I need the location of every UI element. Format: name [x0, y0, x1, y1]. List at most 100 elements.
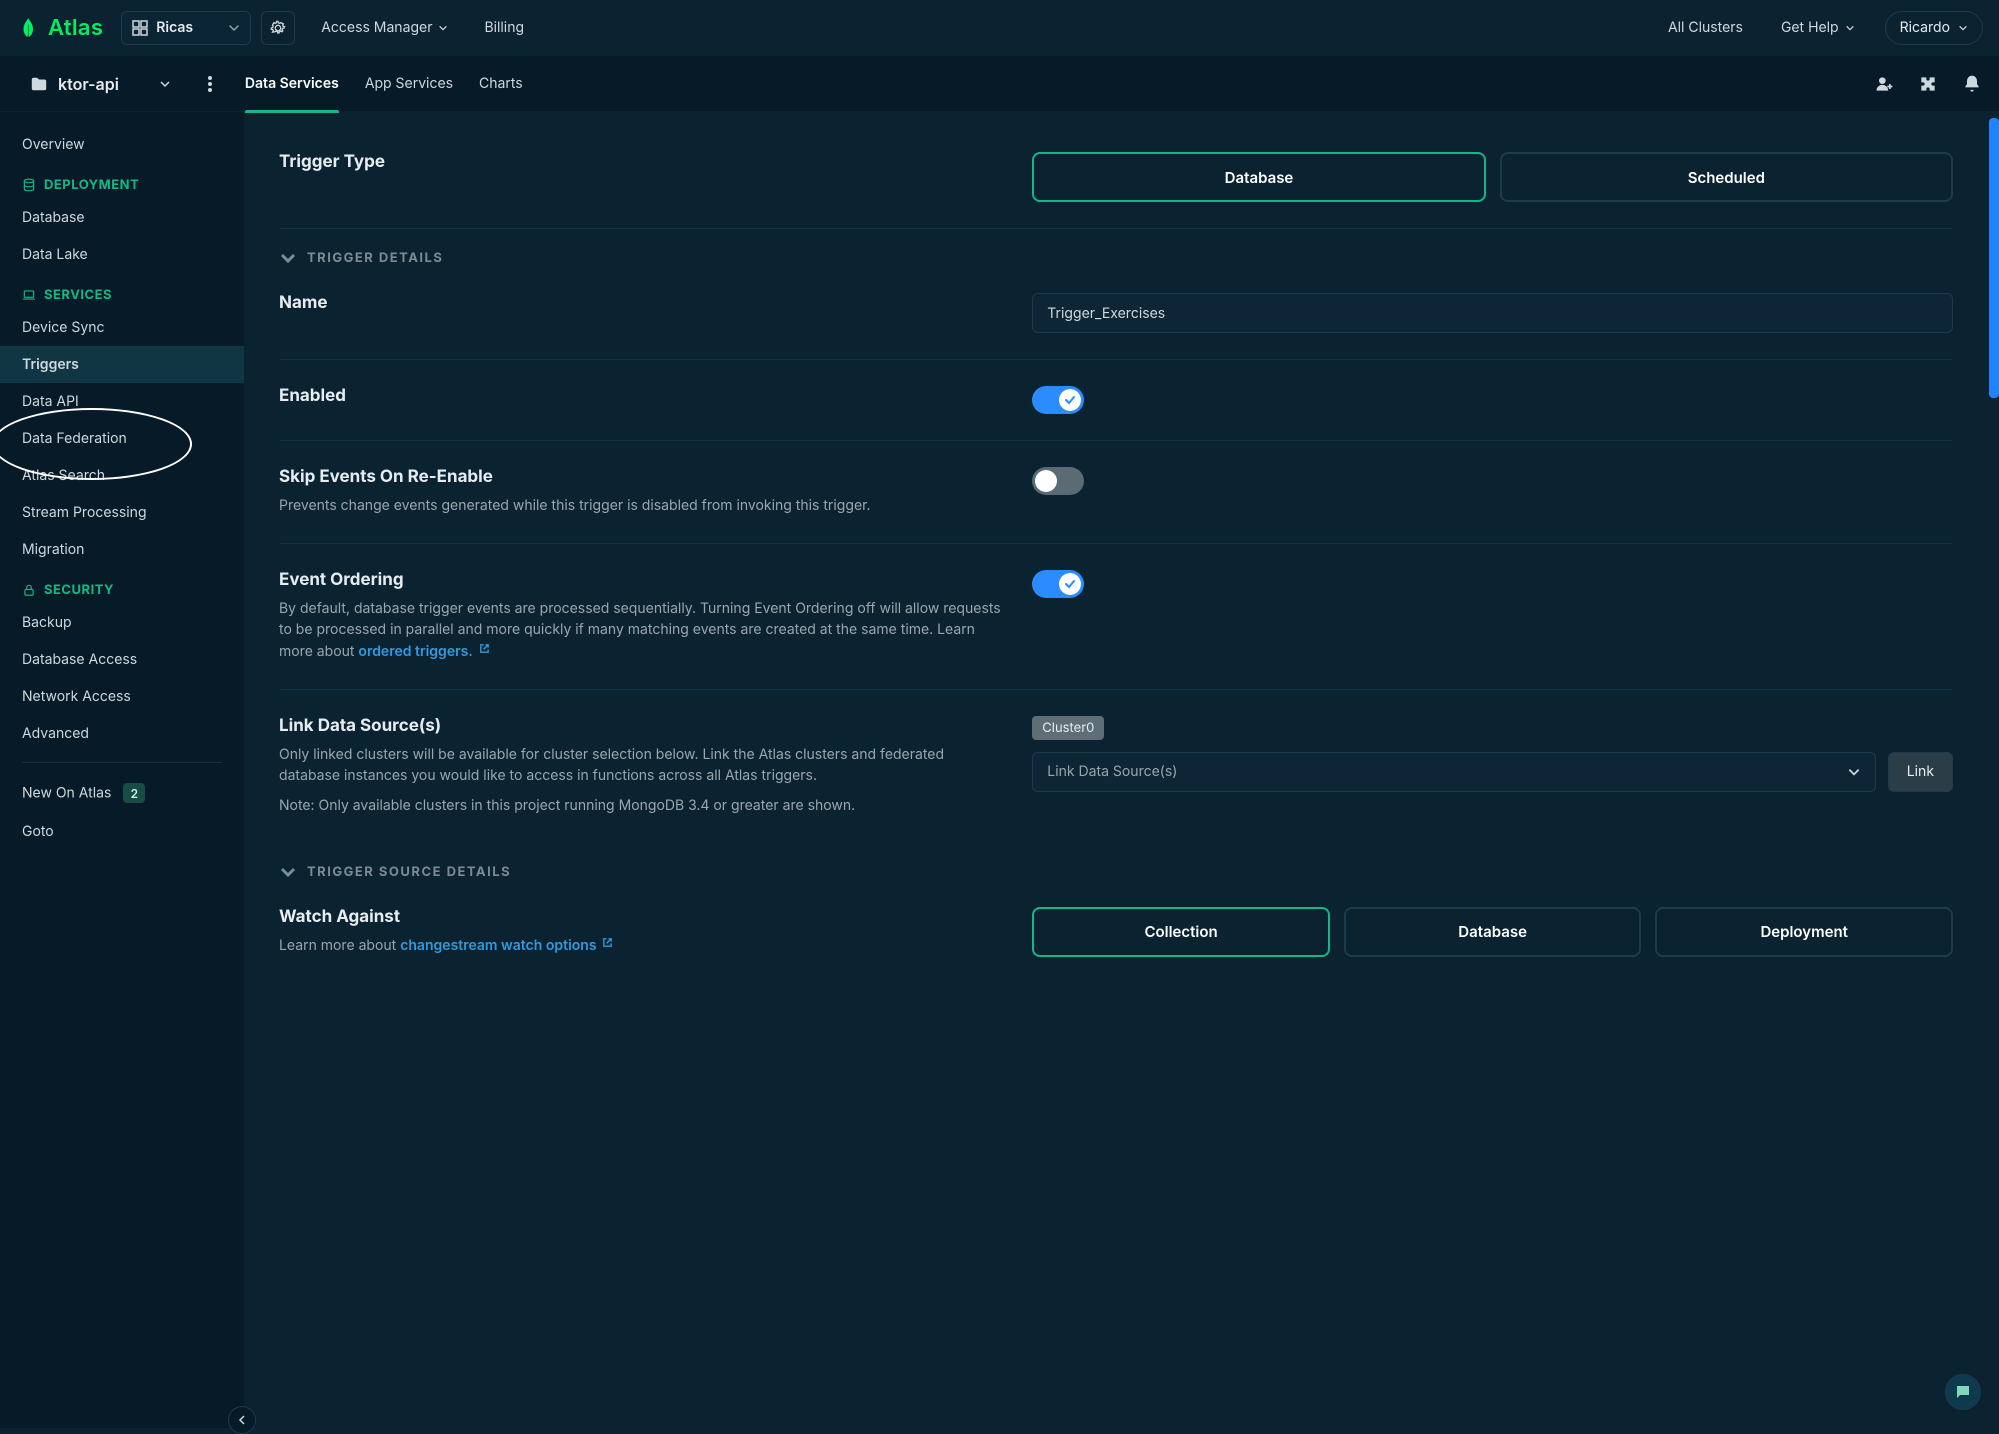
sidebar-item-triggers[interactable]: Triggers	[0, 346, 244, 383]
app-select[interactable]: ktor-api	[16, 66, 185, 102]
app-more-button[interactable]	[195, 76, 225, 92]
trigger-type-database[interactable]: Database	[1032, 152, 1485, 202]
row-trigger-type: Trigger Type Database Scheduled	[279, 126, 1953, 229]
layout: Overview DEPLOYMENT Database Data Lake S…	[0, 112, 1999, 1428]
desc-watch-against: Learn more about changestream watch opti…	[279, 935, 1002, 957]
chevron-down-icon	[228, 18, 240, 38]
sidebar-item-network-access[interactable]: Network Access	[0, 678, 244, 715]
sidebar-item-migration[interactable]: Migration	[0, 531, 244, 568]
project-select[interactable]: Ricas	[121, 11, 251, 45]
watch-against-segmented: Collection Database Deployment	[1032, 907, 1953, 957]
row-name: Name	[279, 267, 1953, 360]
check-icon	[1064, 578, 1076, 590]
ordered-triggers-link[interactable]: ordered triggers.	[358, 643, 472, 660]
linked-source-chip[interactable]: Cluster0	[1032, 716, 1104, 740]
name-input[interactable]	[1032, 293, 1953, 333]
sidebar-item-goto[interactable]: Goto	[0, 813, 244, 850]
label-watch-against: Watch Against	[279, 907, 1002, 927]
watch-database[interactable]: Database	[1344, 907, 1642, 957]
label-link-sources: Link Data Source(s)	[279, 716, 1002, 736]
sidebar-item-atlas-search[interactable]: Atlas Search	[0, 457, 244, 494]
link-source-select[interactable]: Link Data Source(s)	[1032, 752, 1875, 792]
folder-icon	[30, 75, 48, 93]
section-trigger-details[interactable]: TRIGGER DETAILS	[279, 249, 1953, 267]
watch-options-link[interactable]: changestream watch options	[400, 937, 596, 954]
sidebar-head-deployment: DEPLOYMENT	[0, 163, 244, 199]
brand-text: Atlas	[48, 15, 103, 41]
content: Trigger Type Database Scheduled TRIGGER …	[245, 112, 1999, 1428]
external-link-icon	[602, 937, 613, 948]
database-icon	[22, 178, 36, 192]
row-event-ordering: Event Ordering By default, database trig…	[279, 544, 1953, 690]
access-manager-link[interactable]: Access Manager	[313, 19, 456, 36]
puzzle-icon	[1918, 74, 1938, 94]
sidebar: Overview DEPLOYMENT Database Data Lake S…	[0, 112, 245, 1428]
desc-link-sources-1: Only linked clusters will be available f…	[279, 744, 1002, 787]
project-name: Ricas	[156, 19, 193, 36]
chat-fab[interactable]	[1945, 1374, 1981, 1410]
sidebar-item-database[interactable]: Database	[0, 199, 244, 236]
event-ordering-toggle[interactable]	[1032, 570, 1084, 598]
chat-icon	[1954, 1383, 1972, 1401]
label-event-ordering: Event Ordering	[279, 570, 1002, 590]
sidebar-head-services: SERVICES	[0, 273, 244, 309]
trigger-type-segmented: Database Scheduled	[1032, 152, 1953, 202]
get-help-link[interactable]: Get Help	[1773, 19, 1863, 36]
desc-link-sources-2: Note: Only available clusters in this pr…	[279, 795, 1002, 817]
sidebar-item-data-lake[interactable]: Data Lake	[0, 236, 244, 273]
subnav-tabs: Data Services App Services Charts	[245, 56, 523, 112]
lock-icon	[22, 583, 36, 597]
watch-deployment[interactable]: Deployment	[1655, 907, 1953, 957]
desc-skip-events: Prevents change events generated while t…	[279, 495, 1002, 517]
sidebar-item-stream-processing[interactable]: Stream Processing	[0, 494, 244, 531]
label-skip-events: Skip Events On Re-Enable	[279, 467, 1002, 487]
row-skip-events: Skip Events On Re-Enable Prevents change…	[279, 441, 1953, 544]
tab-charts[interactable]: Charts	[479, 56, 523, 112]
sidebar-item-data-api[interactable]: Data API	[0, 383, 244, 420]
sidebar-item-advanced[interactable]: Advanced	[0, 715, 244, 752]
all-clusters-link[interactable]: All Clusters	[1660, 19, 1751, 36]
section-trigger-source[interactable]: TRIGGER SOURCE DETAILS	[279, 863, 1953, 881]
invite-user-button[interactable]	[1873, 73, 1895, 95]
label-name: Name	[279, 293, 1002, 313]
sidebar-item-new-on-atlas[interactable]: New On Atlas 2	[0, 773, 244, 813]
new-on-atlas-badge: 2	[123, 783, 145, 803]
sidebar-item-device-sync[interactable]: Device Sync	[0, 309, 244, 346]
chevron-down-icon	[1958, 23, 1968, 33]
link-source-button[interactable]: Link	[1888, 752, 1953, 792]
sidebar-item-data-federation[interactable]: Data Federation	[0, 420, 244, 457]
row-link-sources: Link Data Source(s) Only linked clusters…	[279, 690, 1953, 843]
user-plus-icon	[1874, 74, 1894, 94]
row-watch-against: Watch Against Learn more about changestr…	[279, 881, 1953, 957]
dots-vertical-icon	[208, 76, 212, 92]
brand-logo[interactable]: Atlas	[16, 15, 103, 41]
check-icon	[1064, 394, 1076, 406]
chevron-down-icon	[279, 249, 297, 267]
project-settings-button[interactable]	[261, 11, 295, 45]
label-enabled: Enabled	[279, 386, 1002, 406]
gear-icon	[270, 20, 286, 36]
sidebar-item-backup[interactable]: Backup	[0, 604, 244, 641]
tab-app-services[interactable]: App Services	[365, 56, 453, 112]
feedback-button[interactable]	[1917, 73, 1939, 95]
watch-collection[interactable]: Collection	[1032, 907, 1330, 957]
trigger-type-scheduled[interactable]: Scheduled	[1500, 152, 1953, 202]
label-trigger-type: Trigger Type	[279, 152, 1002, 172]
bell-icon	[1962, 74, 1982, 94]
user-menu[interactable]: Ricardo	[1885, 11, 1983, 45]
enabled-toggle[interactable]	[1032, 386, 1084, 414]
subnav: ktor-api Data Services App Services Char…	[0, 56, 1999, 112]
chevron-down-icon	[159, 74, 171, 94]
tab-data-services[interactable]: Data Services	[245, 56, 339, 112]
skip-events-toggle[interactable]	[1032, 467, 1084, 495]
sidebar-item-database-access[interactable]: Database Access	[0, 641, 244, 678]
row-enabled: Enabled	[279, 360, 1953, 441]
sidebar-item-overview[interactable]: Overview	[0, 126, 244, 163]
billing-link[interactable]: Billing	[476, 19, 532, 36]
sidebar-head-security: SECURITY	[0, 568, 244, 604]
org-icon	[132, 20, 148, 36]
external-link-icon	[479, 643, 490, 654]
topbar: Atlas Ricas Access Manager Billing All C…	[0, 0, 1999, 56]
chevron-down-icon	[438, 23, 448, 33]
notifications-button[interactable]	[1961, 73, 1983, 95]
